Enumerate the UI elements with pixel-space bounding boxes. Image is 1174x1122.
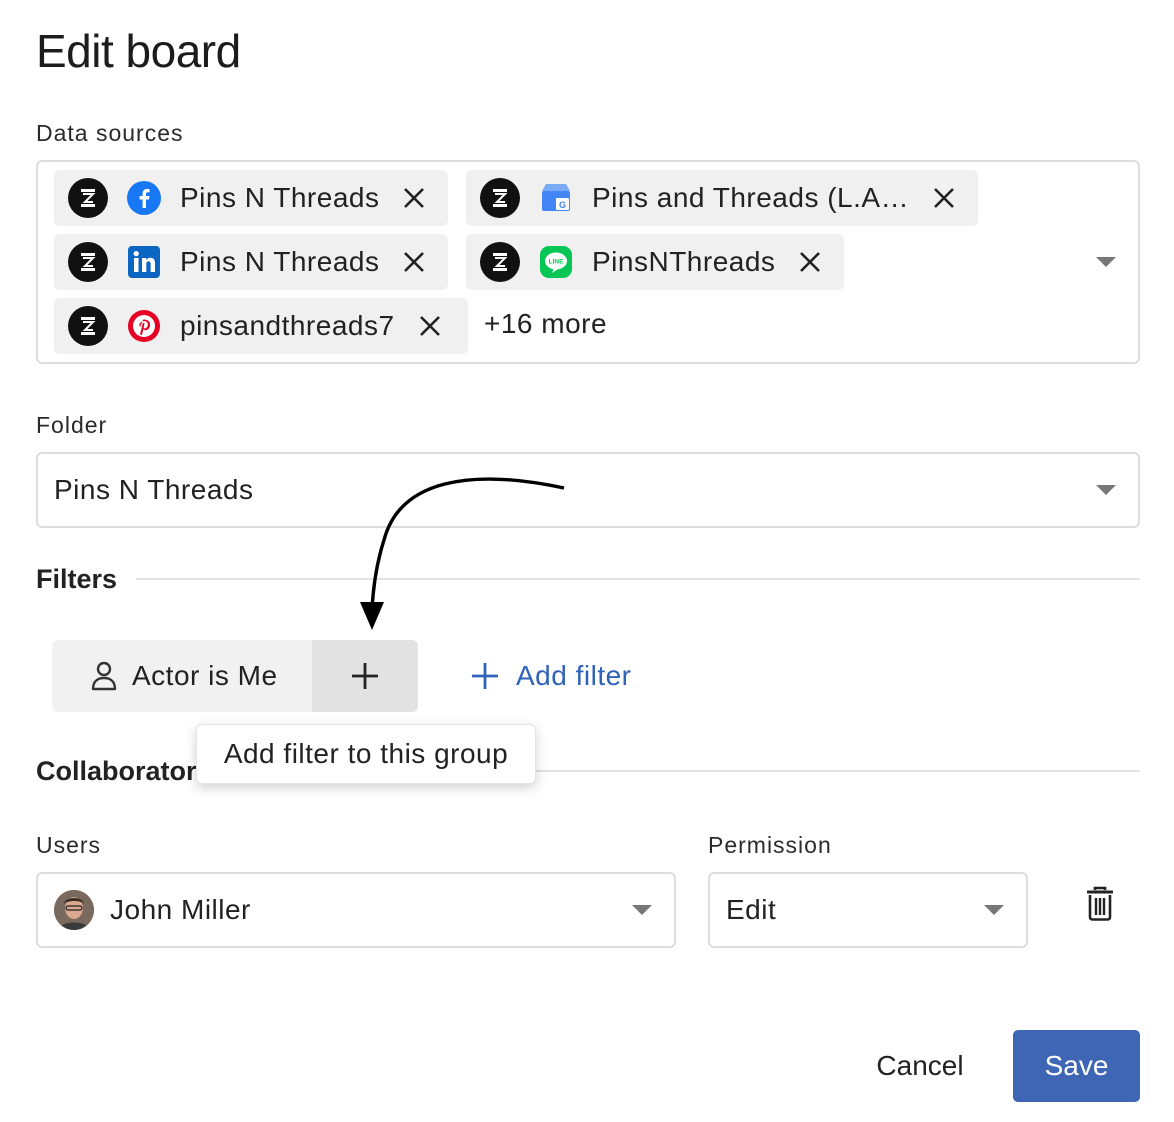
data-source-chip: Pins N Threads: [54, 170, 448, 226]
google-business-icon: G: [538, 180, 574, 216]
dialog-title: Edit board: [36, 25, 241, 77]
cancel-button[interactable]: Cancel: [860, 1030, 980, 1102]
trash-icon[interactable]: [1084, 886, 1116, 922]
save-button[interactable]: Save: [1013, 1030, 1140, 1102]
data-source-chip: Pins N Threads: [54, 234, 448, 290]
svg-text:G: G: [559, 200, 566, 210]
permission-dropdown-icon[interactable]: [984, 905, 1004, 915]
remove-chip-icon[interactable]: [401, 185, 427, 211]
data-source-name: PinsNThreads: [592, 246, 776, 277]
folder-label: Folder: [36, 412, 108, 438]
permission-label: Permission: [708, 832, 832, 858]
more-sources-count[interactable]: +16 more: [484, 308, 607, 340]
remove-chip-icon[interactable]: [797, 249, 823, 275]
data-source-name: Pins N Threads: [180, 246, 380, 277]
data-sources-dropdown-icon[interactable]: [1096, 257, 1116, 267]
brand-logo-icon: [68, 306, 108, 346]
collaborators-section-title: Collaborator: [36, 756, 197, 786]
edit-board-dialog: Edit board Data sources Pins N Threads G…: [0, 0, 1174, 1122]
data-source-chip: pinsandthreads7: [54, 298, 468, 354]
brand-logo-icon: [480, 242, 520, 282]
remove-chip-icon[interactable]: [417, 313, 443, 339]
brand-logo-icon: [68, 178, 108, 218]
svg-text:LINE: LINE: [549, 259, 564, 266]
add-filter-button[interactable]: Add filter: [470, 656, 632, 696]
brand-logo-icon: [480, 178, 520, 218]
line-icon: LINE: [538, 244, 574, 280]
data-source-chip: LINE PinsNThreads: [466, 234, 844, 290]
user-value: John Miller: [110, 894, 251, 925]
add-filter-tooltip: Add filter to this group: [196, 724, 536, 784]
user-icon: [91, 661, 117, 691]
active-filter[interactable]: Actor is Me: [52, 640, 312, 712]
linkedin-icon: [126, 244, 162, 280]
remove-chip-icon[interactable]: [401, 249, 427, 275]
data-source-name: pinsandthreads7: [180, 310, 395, 341]
folder-value: Pins N Threads: [54, 474, 254, 505]
pinterest-icon: [126, 308, 162, 344]
plus-icon: [472, 663, 498, 689]
active-filter-label: Actor is Me: [132, 660, 278, 691]
facebook-icon: [126, 180, 162, 216]
filters-divider: [136, 578, 1140, 580]
filters-section-title: Filters: [36, 564, 118, 594]
permission-value: Edit: [726, 894, 777, 925]
data-source-name: Pins and Threads (L.A…: [592, 182, 910, 213]
filter-group: Actor is Me: [52, 640, 418, 712]
add-filter-label: Add filter: [516, 660, 632, 691]
brand-logo-icon: [68, 242, 108, 282]
user-dropdown-icon[interactable]: [632, 905, 652, 915]
data-sources-label: Data sources: [36, 120, 184, 146]
plus-icon: [352, 663, 378, 689]
avatar: [54, 890, 94, 930]
folder-dropdown-icon[interactable]: [1096, 485, 1116, 495]
data-source-chip: G Pins and Threads (L.A…: [466, 170, 978, 226]
remove-chip-icon[interactable]: [931, 185, 957, 211]
add-filter-to-group-button[interactable]: [312, 640, 418, 712]
data-source-name: Pins N Threads: [180, 182, 380, 213]
users-label: Users: [36, 832, 102, 858]
